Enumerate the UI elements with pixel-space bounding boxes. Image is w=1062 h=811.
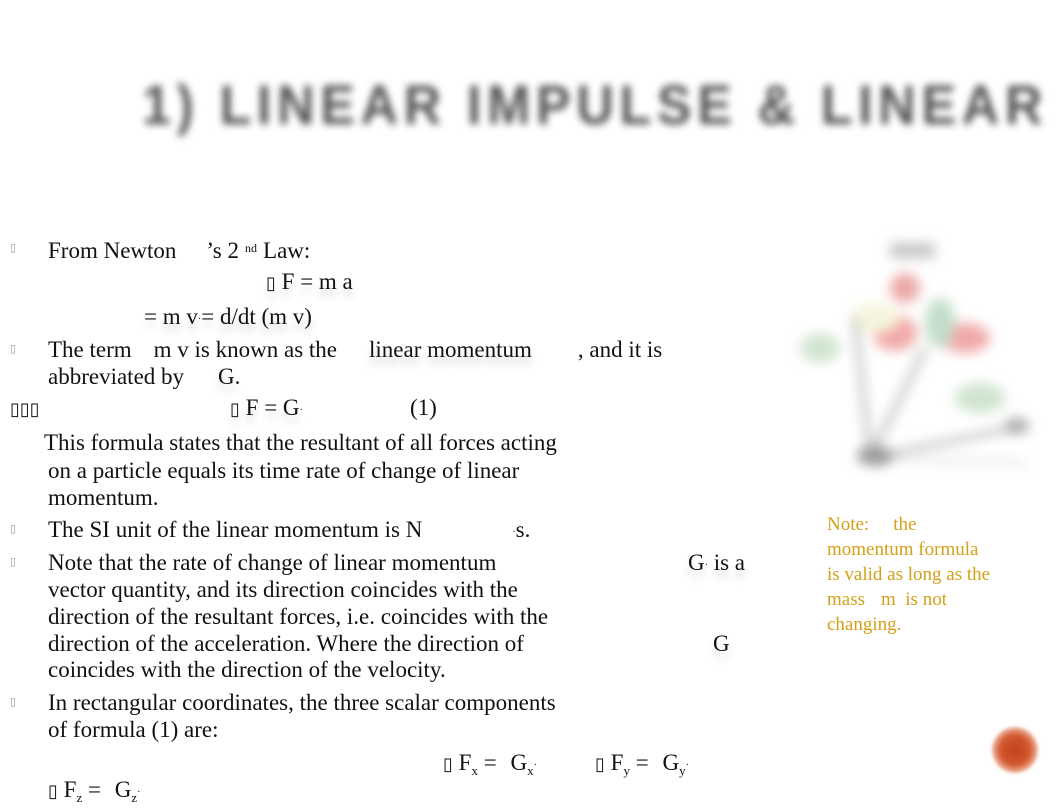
diagram-line — [852, 317, 873, 459]
text: m v — [153, 337, 189, 362]
diagram-label — [890, 243, 935, 258]
superscript: nd — [245, 241, 258, 255]
bullet-icon: ▯ — [10, 555, 17, 568]
highlight-term: linear momentum — [369, 337, 532, 362]
marker-icon: ▯▯▯ — [10, 399, 40, 420]
equation-fx: ▯ Fx = Gx· — [443, 749, 537, 784]
equation-fz: ▯ Fz = Gz· — [48, 776, 140, 811]
note-line: Note that the rate of change of linear m… — [48, 549, 496, 576]
note-line: changing. — [827, 614, 902, 635]
text: s. — [515, 517, 531, 542]
text: Law: — [263, 238, 311, 263]
dot: · — [533, 760, 537, 771]
equation-fy: ▯ Fy = Gy· — [595, 749, 689, 784]
diagram-origin — [857, 446, 893, 466]
formula-text: = — [483, 750, 497, 775]
formula-text: F = m a — [281, 269, 353, 294]
text: The SI unit of the linear momentum is N — [48, 517, 423, 542]
text: m — [881, 589, 896, 610]
equation-1: ▯▯▯ — [10, 394, 40, 423]
symbol-g-dot: G· is a — [688, 549, 745, 579]
text: ’s 2 — [206, 238, 240, 263]
subscript: x — [471, 763, 478, 778]
sum-icon: ▯ — [230, 399, 240, 420]
sum-icon: ▯ — [48, 781, 58, 802]
dot: · — [704, 560, 708, 571]
note-line: is valid as long as the — [827, 564, 991, 585]
symbol-g: G — [713, 631, 730, 656]
subscript: z — [76, 790, 83, 805]
momentum-diagram-image — [795, 238, 1045, 478]
sum-icon: ▯ — [443, 754, 453, 775]
formula-text: G — [510, 750, 528, 775]
diagram-blob — [1005, 418, 1029, 434]
text: the — [893, 514, 917, 535]
formula-text: = — [87, 777, 101, 802]
formula-text: = d/dt (m v) — [201, 304, 312, 329]
sum-icon: ▯ — [595, 754, 605, 775]
symbol-g: G — [688, 550, 705, 575]
note-line: momentum formula — [827, 539, 979, 560]
si-unit-line: The SI unit of the linear momentum is N ·… — [48, 516, 530, 546]
subscript: y — [623, 763, 630, 778]
formula-text: = — [635, 750, 649, 775]
equation-number: (1) — [410, 395, 437, 420]
bullet-icon: ▯ — [10, 241, 17, 254]
text: The term — [48, 337, 132, 362]
sum-icon: ▯ — [266, 273, 276, 294]
paragraph-line: of formula (1) are: — [48, 717, 219, 742]
formula-text: F — [63, 777, 77, 802]
bullet-icon: ▯ — [10, 342, 17, 355]
text: Note: — [827, 514, 870, 535]
formula-text: F — [458, 750, 472, 775]
note-line: Note: the — [827, 512, 1027, 537]
diagram-blob — [955, 383, 1005, 413]
dot: · — [299, 405, 303, 416]
diagram-blob — [925, 298, 955, 348]
text: mass — [827, 589, 865, 610]
text: Note that the rate of change of linear m… — [48, 550, 497, 575]
formula-text: G — [662, 750, 680, 775]
diagram-graphic — [800, 243, 1029, 466]
diagram-blob — [890, 273, 920, 303]
paragraph-line: vector quantity, and its direction coinc… — [48, 577, 518, 602]
formula-mv: = m v·= d/dt (m v) — [144, 303, 312, 333]
side-note: Note: the momentum formula is valid as lo… — [827, 512, 1027, 637]
formula-f-ma: ▯ F = m a — [266, 268, 353, 297]
diagram-line — [869, 456, 1026, 465]
formula-text: = m v — [144, 304, 198, 329]
symbol-g: G. — [218, 364, 241, 389]
dot: · — [685, 760, 689, 771]
paragraph-line: coincides with the direction of the velo… — [48, 657, 446, 682]
diagram-blob — [800, 333, 840, 363]
note-line: mass m is not — [827, 587, 1027, 612]
formula-text: G — [114, 777, 132, 802]
paragraph-line: momentum. — [48, 485, 159, 510]
text: is not — [905, 589, 947, 610]
slide-title: 1) LINEAR IMPULSE & LINEAR MOMENTUM — [142, 73, 1062, 136]
paragraph-line: direction of the resultant forces, i.e. … — [48, 604, 549, 629]
formula-text: F — [610, 750, 624, 775]
text: abbreviated by — [48, 364, 185, 389]
paragraph-line: direction of the acceleration. Where the… — [48, 631, 524, 656]
bullet-icon: ▯ — [10, 522, 17, 535]
abbreviation-line: abbreviated by G. — [48, 363, 240, 390]
formula-text: F = G — [245, 395, 300, 420]
text: , and it is — [577, 337, 663, 362]
text: From Newton — [48, 238, 177, 263]
paragraph-line: on a particle equals its time rate of ch… — [48, 458, 520, 483]
decorative-orb — [992, 727, 1038, 773]
paragraph-line: This formula states that the resultant o… — [44, 430, 557, 455]
text: is a — [713, 550, 746, 575]
newton-law-line: From Newton ’s 2 nd Law: — [48, 235, 310, 264]
dot: · — [137, 787, 141, 798]
momentum-definition-line: The term m v is known as the linear moment… — [48, 336, 662, 363]
bullet-icon: ▯ — [10, 695, 17, 708]
paragraph-line: In rectangular coordinates, the three sc… — [48, 690, 556, 715]
diagram-line — [867, 346, 928, 460]
equation-1-formula: ▯ F = G· — [230, 394, 303, 424]
text: is known as the — [194, 337, 338, 362]
